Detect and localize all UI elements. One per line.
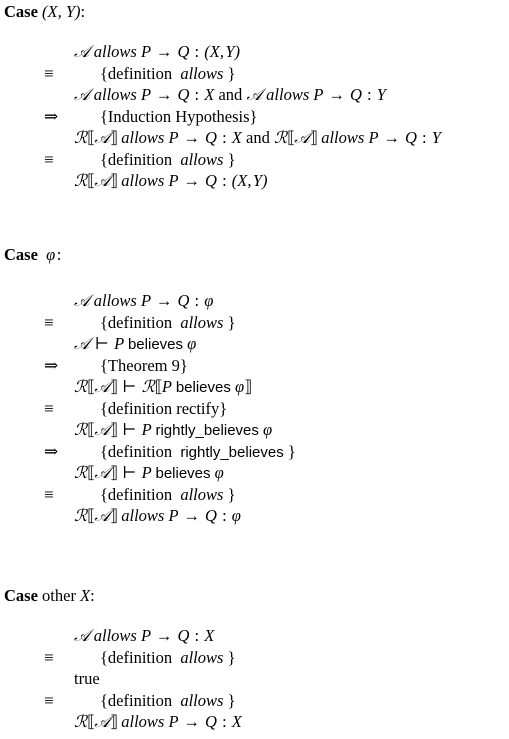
proof-expression: ℛ⟦𝒜⟧ ⊢ P believes φ [74,463,224,482]
proof-block-phi: 𝒜 allows P → Q : φ ≡ {definition allows … [0,290,509,527]
relation-symbol: ⇒ [44,441,59,461]
proof-step: ℛ⟦𝒜⟧ allows P → Q : φ [0,505,509,527]
proof-step: ℛ⟦𝒜⟧ ⊢ P believes φ [0,462,509,484]
relation-symbol: ≡ [44,149,54,169]
case-punct: : [90,586,95,605]
proof-step: 𝒜 allows P → Q : φ [0,290,509,312]
relation-symbol: ≡ [44,647,54,667]
proof-step: 𝒜 allows P → Q : X and 𝒜 allows P → Q : … [0,84,509,106]
case-punct: : [80,2,86,21]
proof-step: ℛ⟦𝒜⟧ ⊢ ℛ⟦P believes φ⟧ [0,376,509,398]
case-keyword: Case [4,2,38,21]
case-header-phi: Case φ : [4,245,62,264]
case-subject: (X, Y) [42,2,81,21]
proof-hint: {definition allows } [100,63,236,83]
proof-step: ℛ⟦𝒜⟧ allows P → Q : (X, Y) [0,170,509,192]
true-literal: true [74,669,100,688]
proof-expression: true [74,668,100,690]
case-subject: φ [46,245,56,264]
proof-expression: 𝒜 allows P → Q : φ [74,291,214,310]
proof-expression: ℛ⟦𝒜⟧ allows P → Q : (X, Y) [74,171,268,190]
proof-block-other: 𝒜 allows P → Q : X ≡ {definition allows … [0,625,509,733]
proof-step: ⇒ {Induction Hypothesis} [0,106,509,128]
case-subject: X [80,586,91,605]
proof-step: 𝒜 ⊢ P believes φ [0,333,509,355]
proof-hint: {definition rectify} [100,398,228,418]
proof-step: ℛ⟦𝒜⟧ ⊢ P rightly_believes φ [0,419,509,441]
proof-expression: 𝒜 allows P → Q : (X, Y) [74,42,241,61]
proof-expression: 𝒜 allows P → Q : X [74,626,215,645]
relation-symbol: ≡ [44,690,54,710]
proof-step: ≡ {definition allows } [0,690,509,712]
relation-symbol: ⇒ [44,106,59,126]
proof-step: 𝒜 allows P → Q : X [0,625,509,647]
case-qualifier: other [42,586,76,605]
proof-step: ≡ {definition allows } [0,149,509,171]
proof-expression: ℛ⟦𝒜⟧ allows P → Q : φ [74,506,241,525]
relation-symbol: ≡ [44,312,54,332]
case-punct: : [56,245,62,264]
proof-hint: {Induction Hypothesis} [100,106,258,126]
proof-expression: 𝒜 ⊢ P believes φ [74,334,197,353]
proof-expression: 𝒜 allows P → Q : X and 𝒜 allows P → Q : … [74,85,386,104]
proof-expression: ℛ⟦𝒜⟧ ⊢ P rightly_believes φ [74,420,273,439]
proof-hint: {definition allows } [100,149,236,169]
proof-hint: {definition allows } [100,312,236,332]
relation-symbol: ≡ [44,63,54,83]
proof-step: ≡ {definition allows } [0,484,509,506]
proof-hint: {definition allows } [100,690,236,710]
relation-symbol: ⇒ [44,355,59,375]
relation-symbol: ≡ [44,484,54,504]
proof-step: ≡ {definition rectify} [0,398,509,420]
proof-step: 𝒜 allows P → Q : (X, Y) [0,41,509,63]
proof-block-pair: 𝒜 allows P → Q : (X, Y) ≡ {definition al… [0,41,509,192]
proof-expression: ℛ⟦𝒜⟧ allows P → Q : X and ℛ⟦𝒜⟧ allows P … [74,128,441,147]
proof-step: ℛ⟦𝒜⟧ allows P → Q : X [0,711,509,733]
case-keyword: Case [4,245,38,264]
proof-hint: {definition allows } [100,484,236,504]
proof-expression: ℛ⟦𝒜⟧ allows P → Q : X [74,712,242,731]
proof-step: ⇒ {definition rightly_believes } [0,441,509,463]
proof-step: ≡ {definition allows } [0,647,509,669]
proof-page: Case (X, Y): 𝒜 allows P → Q : (X, Y) ≡ {… [0,0,509,739]
proof-step: ⇒ {Theorem 9} [0,355,509,377]
case-header-other: Case other X: [4,586,95,605]
proof-expression: ℛ⟦𝒜⟧ ⊢ ℛ⟦P believes φ⟧ [74,377,252,396]
case-header-pair: Case (X, Y): [4,2,86,21]
case-keyword: Case [4,586,38,605]
proof-hint: {Theorem 9} [100,355,188,375]
proof-hint: {definition allows } [100,647,236,667]
proof-step: ≡ {definition allows } [0,312,509,334]
relation-symbol: ≡ [44,398,54,418]
proof-step: ℛ⟦𝒜⟧ allows P → Q : X and ℛ⟦𝒜⟧ allows P … [0,127,509,149]
proof-hint: {definition rightly_believes } [100,441,296,461]
proof-step: ≡ {definition allows } [0,63,509,85]
proof-step: true [0,668,509,690]
